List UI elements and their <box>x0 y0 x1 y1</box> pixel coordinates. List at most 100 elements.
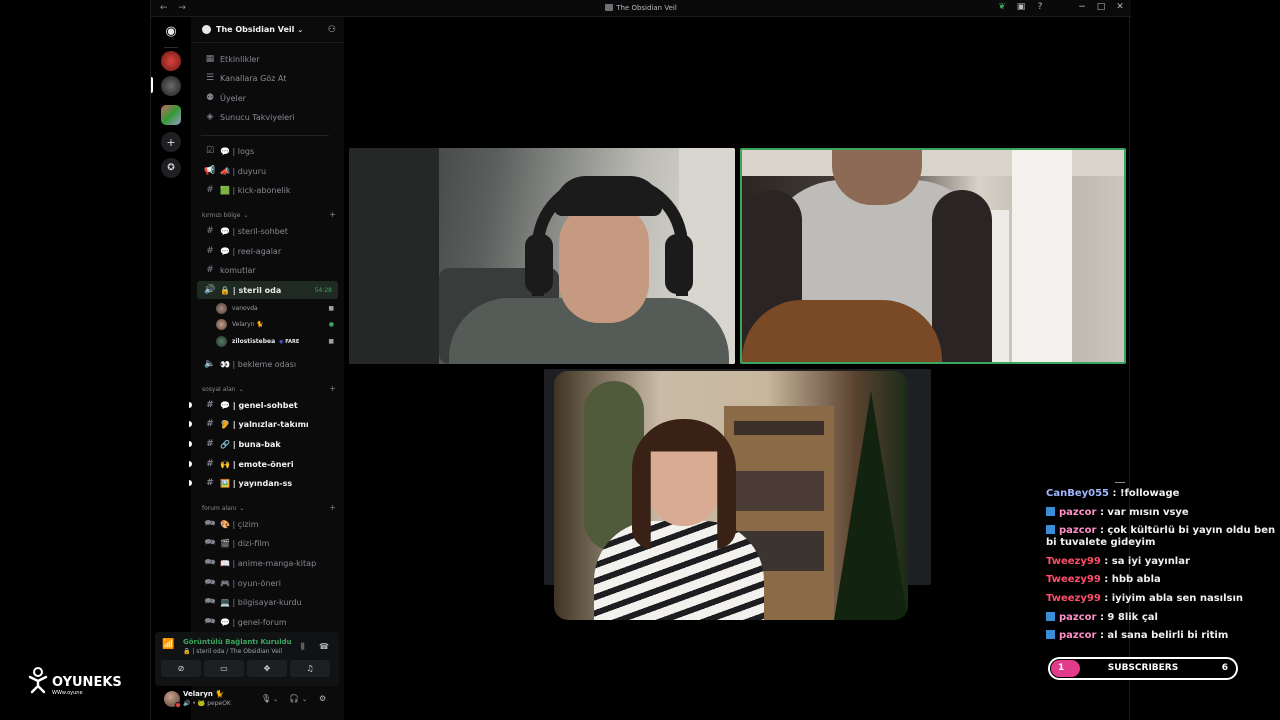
twitch-prime-icon <box>1046 630 1055 640</box>
server-folder-icon[interactable] <box>161 105 181 125</box>
hash-icon: # <box>206 265 214 275</box>
server-rail: ◉ + ✪ <box>151 17 191 720</box>
server-logo-icon <box>202 25 211 34</box>
hash-icon: # <box>206 246 214 256</box>
calendar-icon: ▦ <box>205 54 215 64</box>
window-title: The Obsidian Veil <box>151 4 1131 12</box>
category-sosyal-alan[interactable]: sosyal alan ⌄ + <box>202 385 338 394</box>
forum-oyun-oneri[interactable]: 🗪 🎮 | oyun-öneri <box>197 574 338 592</box>
channel-duyuru[interactable]: 📢 📣 | duyuru <box>197 162 338 180</box>
maximize-button[interactable]: □ <box>1096 2 1106 12</box>
voice-channel-steril-oda[interactable]: 🔊 🔒 | steril oda 54:28 <box>197 281 338 299</box>
channel-buna-bak[interactable]: # 🔗 | buna-bak <box>189 435 338 453</box>
add-channel-icon[interactable]: + <box>329 385 336 393</box>
video-tile-user-3[interactable] <box>554 371 908 620</box>
server-icon-obsidian[interactable] <box>161 76 181 96</box>
invite-icon[interactable]: ⚇ <box>328 25 336 35</box>
hash-icon: # <box>206 226 214 236</box>
minimize-button[interactable]: − <box>1077 2 1087 12</box>
hash-icon: # <box>206 439 214 449</box>
close-button[interactable]: ✕ <box>1115 2 1125 12</box>
members-icon: ⚉ <box>205 93 215 103</box>
avatar <box>216 303 227 314</box>
add-channel-icon[interactable]: + <box>329 211 336 219</box>
forum-icon: 🗪 <box>204 597 216 607</box>
inbox-icon[interactable]: ▣ <box>1016 2 1026 12</box>
discord-home-icon[interactable]: ◉ <box>161 21 181 41</box>
video-tile-user-1[interactable] <box>349 148 735 364</box>
noise-suppression-icon[interactable]: ⫼ <box>301 642 305 652</box>
voice-location: 🔒 | steril oda / The Obsidian Veil <box>183 648 283 655</box>
discord-window: ← → The Obsidian Veil ❦ ▣ ? − □ ✕ ◉ + ✪ … <box>150 0 1131 720</box>
forum-bilgisayar-kurdu[interactable]: 🗪 💻 | bilgisayar-kurdu <box>197 593 338 611</box>
chevron-down-icon[interactable]: ⌄ <box>273 696 278 703</box>
server-header[interactable]: The Obsidian Veil ⌄ ⚇ <box>191 17 344 43</box>
forum-cizim[interactable]: 🗪 🎨 | çizim <box>197 515 338 533</box>
explore-icon[interactable]: ✪ <box>161 158 181 178</box>
channel-genel-sohbet[interactable]: # 💬 | genel-sohbet <box>189 396 338 414</box>
user-name: Velaryn 🐈 <box>183 690 225 698</box>
video-tile-user-2[interactable] <box>740 148 1126 364</box>
sidebar-item-boosts[interactable]: ◈ Sunucu Takviyeleri <box>197 108 338 126</box>
voice-user[interactable]: vanovda ■ <box>216 301 339 316</box>
channel-logs[interactable]: ☑ 💬 | logs <box>197 142 338 160</box>
rules-channel-icon: ☑ <box>205 146 215 156</box>
channel-steril-sohbet[interactable]: # 💬 | steril-sohbet <box>197 222 338 240</box>
channel-yalnizlar-takimi[interactable]: # 🦻 | yalnızlar-takımı <box>189 415 338 433</box>
chat-user: pazcor <box>1059 506 1097 518</box>
camera-icon: ■ <box>328 305 334 312</box>
add-server-icon[interactable]: + <box>161 132 181 152</box>
channel-komutlar[interactable]: # komutlar <box>197 261 338 279</box>
leaf-icon[interactable]: ❦ <box>997 2 1007 12</box>
channel-reel-agalar[interactable]: # 💬 | reel-agalar <box>197 242 338 260</box>
gear-icon[interactable]: ⚙ <box>319 694 326 703</box>
chat-message: CanBey055 : !followage <box>1046 488 1180 499</box>
sidebar-item-browse[interactable]: ☰ Kanallara Göz At <box>197 69 338 87</box>
avatar <box>216 319 227 330</box>
twitch-prime-icon <box>1046 506 1055 516</box>
microphone-icon[interactable]: 🎙 <box>261 694 271 703</box>
channel-yayindan-ss[interactable]: # 🖼️ | yayından-ss <box>189 474 338 492</box>
chevron-down-icon: ⌄ <box>243 212 249 219</box>
channel-emote-oneri[interactable]: # 🙌 | emote-öneri <box>189 455 338 473</box>
camera-off-button[interactable]: ⊘ <box>161 660 201 677</box>
user-panel: Velaryn 🐈 🔊 • 🐸 pepeOK 🎙 ⌄ 🎧 ⌄ ⚙ <box>155 687 339 715</box>
activities-button[interactable]: ✥ <box>247 660 287 677</box>
sidebar-item-events[interactable]: ▦ Etkinlikler <box>197 50 338 68</box>
voice-connection-panel: 📶 Görüntülü Bağlantı Kuruldu 🔒 | steril … <box>155 632 339 686</box>
chat-message: pazcor : al sana belirli bi ritim <box>1046 630 1276 642</box>
user-status: 🔊 • 🐸 pepeOK <box>183 700 231 707</box>
voice-status[interactable]: Görüntülü Bağlantı Kuruldu <box>183 638 292 646</box>
forum-icon: 🗪 <box>204 578 216 588</box>
voice-user[interactable]: zilostistebea ◉ FARE ■ <box>216 334 339 349</box>
hash-icon: # <box>206 419 214 429</box>
soundboard-button[interactable]: ♫ <box>290 660 330 677</box>
add-channel-icon[interactable]: + <box>329 504 336 512</box>
server-icon-red[interactable] <box>161 51 181 71</box>
chevron-down-icon: ⌄ <box>238 386 244 393</box>
speaker-icon: 🔊 <box>204 285 216 295</box>
help-icon[interactable]: ? <box>1035 2 1045 12</box>
sidebar-item-members[interactable]: ⚉ Üyeler <box>197 89 338 107</box>
forum-icon: 🗪 <box>204 519 216 529</box>
hash-icon: # <box>206 400 214 410</box>
forum-anime-manga-kitap[interactable]: 🗪 📖 | anime-manga-kitap <box>197 554 338 572</box>
voice-channel-bekleme-odasi[interactable]: 🔈 👀 | bekleme odası <box>197 355 338 373</box>
category-forum-alani[interactable]: forum alanı ⌄ + <box>202 504 338 513</box>
server-small-icon <box>605 4 614 11</box>
disconnect-icon[interactable]: ☎ <box>319 642 329 651</box>
chevron-down-icon: ⌄ <box>297 25 304 34</box>
forum-genel-forum[interactable]: 🗪 💬 | genel-forum <box>197 613 338 631</box>
voice-user[interactable]: Velaryn 🐈 ● <box>216 317 339 332</box>
screen-share-button[interactable]: ▭ <box>204 660 244 677</box>
channel-kick-abonelik[interactable]: # 🟩 | kick-abonelik <box>197 181 338 199</box>
forum-dizi-film[interactable]: 🗪 🎬 | dizi-film <box>197 534 338 552</box>
category-kirmizi-bolge[interactable]: kırmızı bölge ⌄ + <box>202 211 338 220</box>
title-bar: ← → The Obsidian Veil ❦ ▣ ? − □ ✕ <box>151 0 1131 17</box>
chevron-down-icon[interactable]: ⌄ <box>302 696 307 703</box>
signal-icon[interactable]: 📶 <box>162 639 174 650</box>
headphones-icon[interactable]: 🎧 <box>289 694 299 703</box>
speaker-icon: 🔈 <box>204 359 216 369</box>
hash-icon: # <box>206 478 214 488</box>
chat-message: pazcor : 9 8lik çal <box>1046 611 1276 624</box>
